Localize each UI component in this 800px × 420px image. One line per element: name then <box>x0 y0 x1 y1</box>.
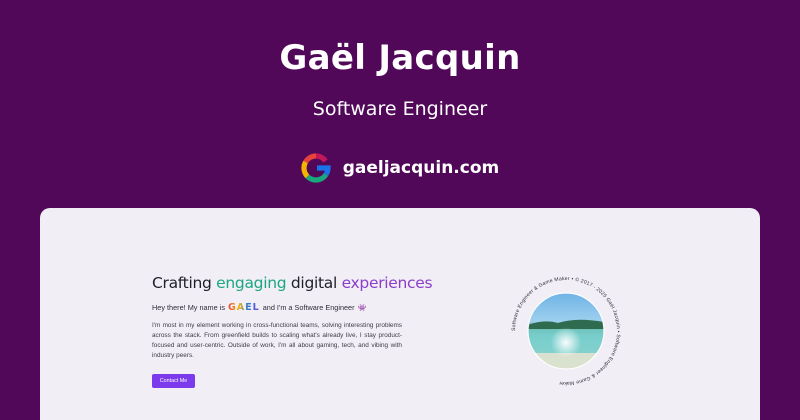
alien-emoji-icon: 👾 <box>357 303 367 312</box>
bio-paragraph: I'm most in my element working in cross-… <box>152 322 402 359</box>
job-title: Software Engineer <box>312 98 488 120</box>
website-preview-card: Crafting engaging digital experiences He… <box>40 208 760 420</box>
badge-ring: Software Engineer & Game Maker • © 2017 … <box>511 276 621 386</box>
g-logo-icon <box>301 153 331 183</box>
website-url[interactable]: gaeljacquin.com <box>343 158 500 178</box>
website-link[interactable]: gaeljacquin.com <box>0 151 800 185</box>
hero-title: Crafting engaging digital experiences <box>152 274 433 292</box>
profile-badge: Software Engineer & Game Maker • © 2017 … <box>510 275 622 387</box>
hero-highlight-engaging: engaging <box>216 274 287 292</box>
hero-highlight-experiences: experiences <box>341 274 433 292</box>
page-title: Gaël Jacquin <box>279 38 521 78</box>
contact-me-button[interactable]: Contact Me <box>152 374 195 388</box>
intro-line: Hey there! My name is GAËL and I'm a Sof… <box>152 302 367 313</box>
name-logo: GAËL <box>228 302 260 313</box>
